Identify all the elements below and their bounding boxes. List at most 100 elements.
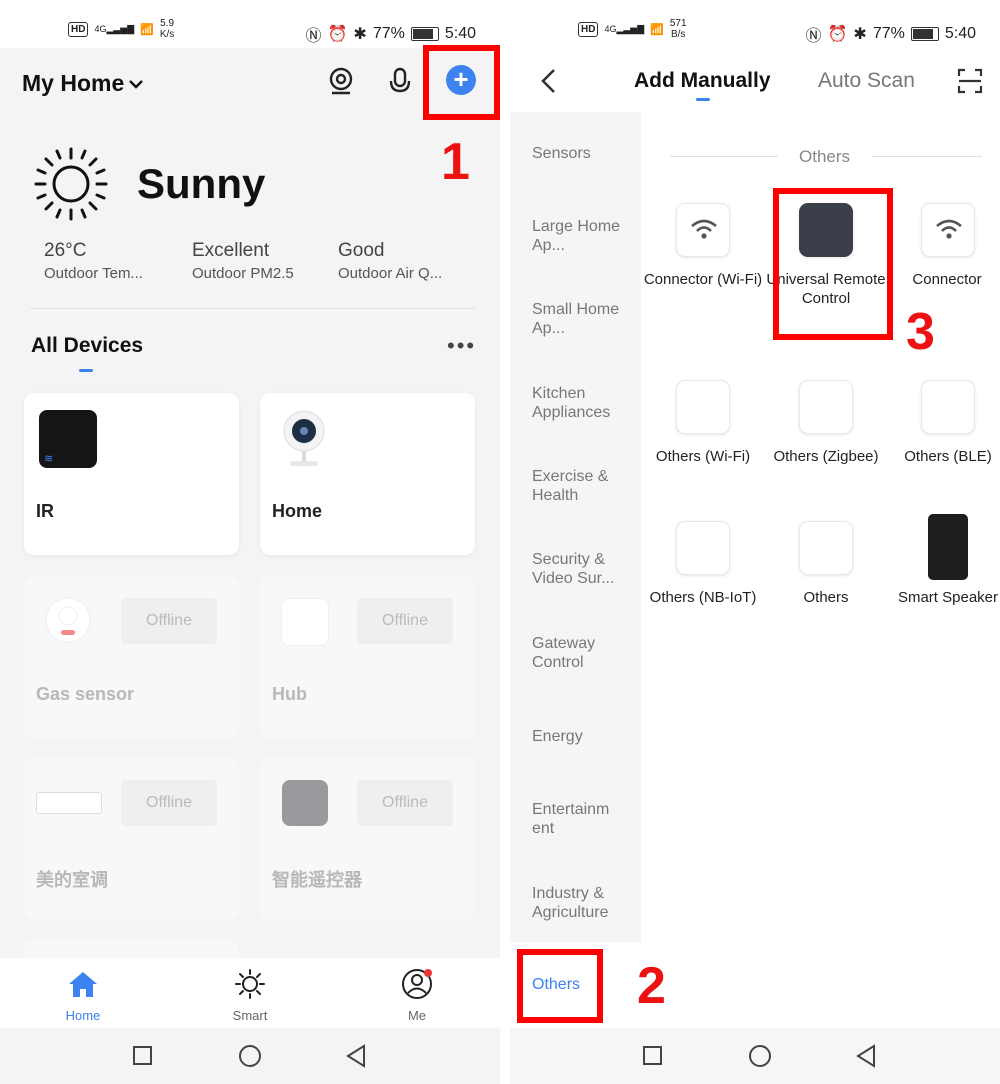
category-large-home-appliances[interactable]: Large Home Ap... (532, 217, 632, 255)
device-card-remote[interactable]: Offline 智能遥控器 (260, 758, 475, 920)
add-device-header: Add Manually Auto Scan (510, 48, 1000, 112)
system-nav-bar (510, 1028, 1000, 1084)
blank-tile-icon (799, 521, 853, 575)
home-nav-button[interactable] (239, 1045, 261, 1067)
category-industry-agriculture[interactable]: Industry & Agriculture (532, 884, 632, 922)
scan-qr-icon[interactable] (957, 68, 983, 94)
step-2-label: 2 (637, 957, 666, 1015)
tab-home[interactable]: Home (33, 958, 133, 1028)
device-others-wifi[interactable]: Others (Wi-Fi) (643, 377, 763, 497)
battery-icon (910, 27, 939, 41)
battery-icon (410, 27, 439, 41)
device-label: Connector (Wi-Fi) (643, 271, 763, 288)
back-nav-button[interactable] (345, 1044, 367, 1068)
device-others-ble[interactable]: Others (BLE) (888, 377, 1000, 497)
device-label: Connector (912, 271, 982, 288)
device-label: Smart Speaker (897, 589, 999, 606)
more-options-button[interactable]: ••• (447, 333, 476, 359)
category-small-home-appliances[interactable]: Small Home Ap... (532, 300, 632, 338)
smart-sun-icon (235, 969, 265, 999)
category-energy[interactable]: Energy (532, 727, 632, 746)
offline-badge: Offline (121, 598, 217, 644)
sun-icon (34, 147, 108, 221)
category-security-video[interactable]: Security & Video Sur... (532, 550, 632, 588)
add-device-screen: HD 4G▂▃▅▇ 📶 571 B/s Ⓝ ⏰ ✱ 77% 5:40 Add Ma… (510, 0, 1000, 1084)
device-card-ac[interactable]: Offline 美的室调 (24, 758, 239, 920)
chevron-down-icon[interactable] (128, 78, 144, 90)
category-gateway-control[interactable]: Gateway Control (532, 634, 632, 672)
highlight-box-others (517, 949, 603, 1023)
wifi-status-icon: 📶 (650, 23, 664, 36)
tab-all-devices[interactable]: All Devices (31, 334, 143, 358)
device-name: Gas sensor (36, 684, 135, 704)
device-others[interactable]: Others (766, 518, 886, 638)
panel-divider (500, 0, 510, 1084)
device-name: IR (36, 501, 54, 521)
microphone-icon[interactable] (385, 66, 415, 96)
device-others-zigbee[interactable]: Others (Zigbee) (766, 377, 886, 497)
home-selector[interactable]: My Home (22, 70, 124, 97)
bottom-tab-bar: Home Smart Me (0, 958, 500, 1028)
temperature-label: Outdoor Tem... (44, 265, 143, 282)
device-label: Others (Wi-Fi) (655, 448, 751, 465)
home-icon (69, 972, 97, 997)
offline-badge: Offline (357, 780, 453, 826)
tab-add-manually[interactable]: Add Manually (634, 69, 771, 93)
pm25-label: Outdoor PM2.5 (192, 265, 294, 282)
pm25-value: Excellent (192, 240, 270, 261)
blank-tile-icon (921, 380, 975, 434)
speaker-icon (928, 514, 968, 580)
tab-auto-scan[interactable]: Auto Scan (818, 69, 915, 93)
device-card-home[interactable]: Home (260, 393, 475, 555)
device-others-nb-iot[interactable]: Others (NB-IoT) (643, 518, 763, 638)
tab-home-label: Home (65, 1008, 101, 1023)
net-speed: 571 B/s (669, 18, 687, 40)
tab-smart[interactable]: Smart (200, 958, 300, 1028)
category-exercise-health[interactable]: Exercise & Health (532, 467, 632, 505)
device-name: Home (272, 501, 323, 521)
cellular-signal-icon: 4G▂▃▅▇ (94, 23, 135, 34)
device-connector-wifi[interactable]: Connector (Wi-Fi) (643, 200, 763, 320)
clock: 5:40 (944, 25, 976, 42)
back-arrow-icon[interactable] (540, 68, 556, 94)
device-smart-speaker[interactable]: Smart Speaker (888, 512, 1000, 632)
device-card-gas-sensor[interactable]: Offline Gas sensor (24, 576, 239, 738)
alarm-icon: ⏰ (827, 26, 848, 43)
recents-button[interactable] (133, 1046, 152, 1065)
home-screen: HD 4G▂▃▅▇ 📶 5.9 K/s Ⓝ ⏰ ✱ 77% 5:40 My Hom… (0, 0, 500, 1084)
section-title: Others (799, 147, 851, 166)
hub-icon (281, 598, 329, 646)
air-quality-value: Good (338, 240, 385, 261)
nfc-icon: Ⓝ (805, 28, 822, 45)
status-bar: HD 4G▂▃▅▇ 📶 571 B/s Ⓝ ⏰ ✱ 77% 5:40 (510, 0, 1000, 48)
clock: 5:40 (444, 25, 476, 42)
device-card-hub[interactable]: Offline Hub (260, 576, 475, 738)
status-bar: HD 4G▂▃▅▇ 📶 5.9 K/s Ⓝ ⏰ ✱ 77% 5:40 (0, 0, 500, 48)
wifi-status-icon: 📶 (140, 23, 154, 36)
wifi-icon (676, 203, 730, 257)
device-connector[interactable]: Connector (888, 200, 1000, 320)
device-name: Hub (272, 684, 307, 704)
air-quality-label: Outdoor Air Q... (338, 265, 443, 282)
weather-condition: Sunny (137, 160, 266, 207)
category-entertainment[interactable]: Entertainm ent (532, 800, 632, 838)
back-nav-button[interactable] (855, 1044, 877, 1068)
battery-percent: 77% (872, 25, 905, 42)
category-sensors[interactable]: Sensors (532, 144, 632, 163)
recents-button[interactable] (643, 1046, 662, 1065)
tab-indicator (79, 369, 93, 372)
home-nav-button[interactable] (749, 1045, 771, 1067)
system-nav-bar (0, 1028, 500, 1084)
category-kitchen-appliances[interactable]: Kitchen Appliances (532, 384, 632, 422)
device-name: 智能遥控器 (272, 870, 362, 890)
temperature-value: 26°C (44, 240, 87, 261)
net-speed: 5.9 K/s (159, 18, 175, 40)
section-divider-left (670, 156, 778, 157)
tab-me[interactable]: Me (367, 958, 467, 1028)
camera-icon[interactable] (326, 66, 356, 96)
hd-icon: HD (68, 21, 89, 37)
tab-me-label: Me (407, 1008, 427, 1023)
device-card-ir[interactable]: ≋ IR (24, 393, 239, 555)
tab-smart-label: Smart (232, 1008, 268, 1023)
bluetooth-icon: ✱ (853, 26, 867, 43)
